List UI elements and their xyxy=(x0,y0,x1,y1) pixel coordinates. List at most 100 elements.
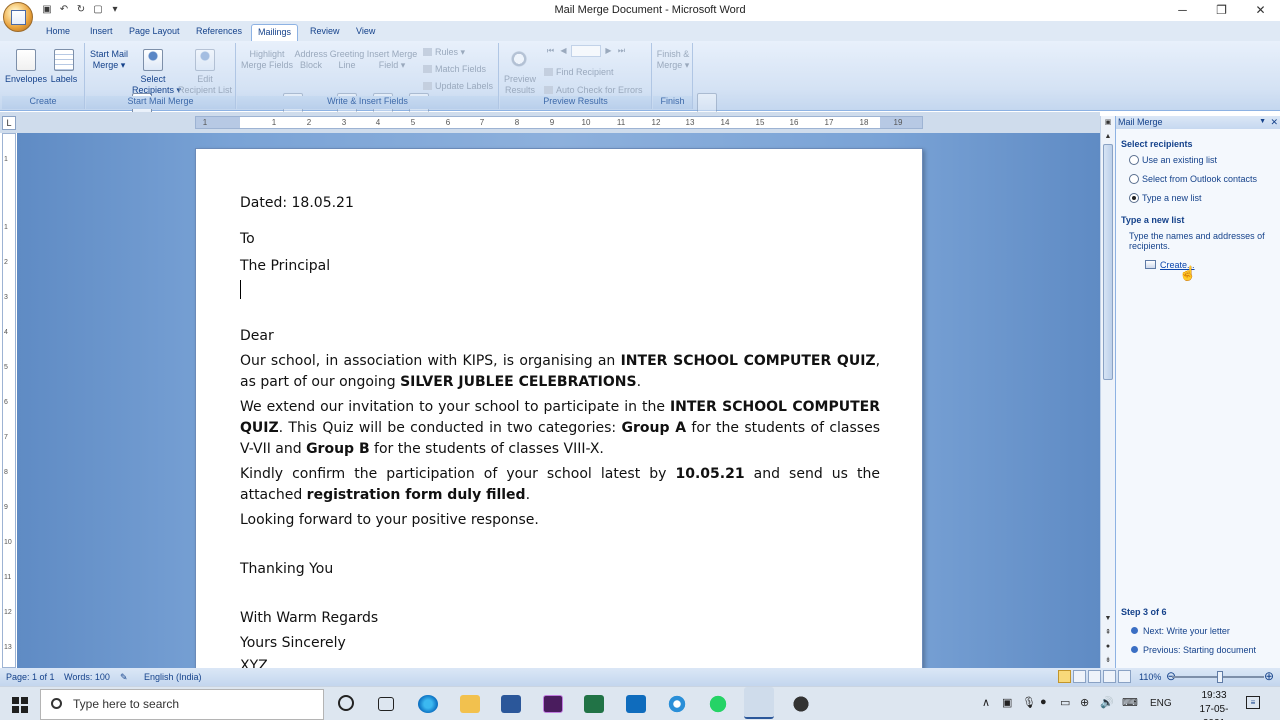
vertical-scrollbar[interactable]: ▣ ▲ ▼ ⇞ ● ⇟ xyxy=(1100,116,1115,668)
tray-app-icon[interactable]: ▣ xyxy=(1002,696,1012,709)
find-recipient-button[interactable]: Find Recipient xyxy=(544,67,614,77)
whatsapp-icon[interactable] xyxy=(708,695,728,713)
volume-icon[interactable]: 🔊 xyxy=(1100,696,1114,709)
task-view-icon[interactable] xyxy=(378,697,394,711)
option-existing-list[interactable]: Use an existing list xyxy=(1129,155,1217,165)
next-page-icon[interactable]: ⇟ xyxy=(1103,656,1113,666)
keyboard-icon[interactable]: ⌨ xyxy=(1122,696,1138,709)
labels-button[interactable]: Labels xyxy=(48,49,80,85)
update-labels-button[interactable]: Update Labels xyxy=(423,81,493,91)
scroll-up-icon[interactable]: ▲ xyxy=(1103,132,1113,142)
customize-qat-icon[interactable]: ▾ xyxy=(108,3,122,17)
obs-icon[interactable] xyxy=(791,695,811,713)
option-outlook-contacts[interactable]: Select from Outlook contacts xyxy=(1129,174,1257,184)
pane-menu-icon[interactable]: ▼ xyxy=(1259,116,1266,128)
notifications-icon[interactable]: ≡ xyxy=(1246,696,1260,709)
close-button[interactable]: ✕ xyxy=(1241,0,1280,21)
network-icon[interactable]: ⊕ xyxy=(1080,696,1089,709)
tab-selector[interactable]: L xyxy=(2,116,16,130)
excel-icon[interactable] xyxy=(584,695,604,713)
system-clock[interactable]: 19:3317-05-2021 xyxy=(1192,689,1236,720)
preview-results-button[interactable]: Preview Results xyxy=(502,49,538,96)
ruler-toggle-icon[interactable]: ▣ xyxy=(1103,118,1113,128)
ie-icon[interactable] xyxy=(667,695,687,713)
outline-view-icon[interactable] xyxy=(1103,670,1116,683)
microphone-icon[interactable]: 🎙 xyxy=(1022,696,1036,709)
previous-page-icon[interactable]: ⇞ xyxy=(1103,628,1113,638)
auto-check-errors-button[interactable]: Auto Check for Errors xyxy=(544,85,643,95)
rules-button[interactable]: Rules ▾ xyxy=(423,47,465,58)
highlight-merge-fields-button[interactable]: Highlight Merge Fields xyxy=(239,49,303,115)
battery-icon[interactable]: ▭ xyxy=(1060,696,1070,709)
tray-security-icon[interactable]: ● xyxy=(1040,696,1047,708)
insert-merge-field-button[interactable]: Insert Merge Field ▾ xyxy=(365,49,429,115)
document-body[interactable]: Dated: 18.05.21 To The Principal Dear Ou… xyxy=(240,193,880,668)
full-screen-reading-icon[interactable] xyxy=(1073,670,1086,683)
windows-start-icon[interactable] xyxy=(12,697,28,713)
tab-home[interactable]: Home xyxy=(40,24,76,41)
radio-button[interactable] xyxy=(1129,174,1139,184)
pane-close-icon[interactable]: ✕ xyxy=(1270,116,1278,128)
zoom-slider-thumb[interactable] xyxy=(1217,671,1223,683)
minimize-button[interactable]: ─ xyxy=(1163,0,1202,21)
tab-references[interactable]: References xyxy=(190,24,248,41)
greeting-line-button[interactable]: Greeting Line xyxy=(329,49,393,115)
print-layout-view-icon[interactable] xyxy=(1058,670,1071,683)
finish-merge-button[interactable]: Finish & Merge ▾ xyxy=(653,49,717,115)
print-preview-icon[interactable]: ▢ xyxy=(91,3,105,17)
option-new-list[interactable]: Type a new list xyxy=(1129,193,1202,203)
next-step-link[interactable]: Next: Write your letter xyxy=(1131,626,1230,636)
word-icon[interactable] xyxy=(501,695,521,713)
tray-chevron-icon[interactable]: ∧ xyxy=(982,696,990,709)
proofing-icon[interactable]: ✎ xyxy=(120,672,128,683)
edge-icon[interactable] xyxy=(418,695,438,713)
ruler-tick: 12 xyxy=(651,118,661,127)
tab-insert[interactable]: Insert xyxy=(84,24,119,41)
word-count[interactable]: Words: 100 xyxy=(64,672,110,682)
taskbar-search-input[interactable]: Type here to search xyxy=(40,689,324,720)
select-recipients-button[interactable]: Select Recipients ▾ xyxy=(132,49,181,96)
office-button[interactable] xyxy=(3,2,33,32)
tab-review[interactable]: Review xyxy=(304,24,346,41)
vruler-tick: 6 xyxy=(4,399,8,406)
last-record-icon[interactable]: ⏭ xyxy=(616,45,627,57)
start-mail-merge-button[interactable]: Start Mail Merge ▾ xyxy=(88,49,152,115)
vertical-ruler[interactable]: 1 1 2 3 4 5 6 7 8 9 10 11 12 13 xyxy=(2,133,16,668)
language-status[interactable]: English (India) xyxy=(144,672,202,682)
undo-icon[interactable]: ↶ xyxy=(57,3,71,17)
draft-view-icon[interactable] xyxy=(1118,670,1131,683)
file-explorer-icon[interactable] xyxy=(460,695,480,713)
previous-step-link[interactable]: Previous: Starting document xyxy=(1131,645,1256,655)
cortana-icon[interactable] xyxy=(338,695,354,711)
tab-mailings[interactable]: Mailings xyxy=(251,24,299,41)
word-active-icon[interactable] xyxy=(744,687,774,719)
browse-object-icon[interactable]: ● xyxy=(1103,642,1113,652)
document-page[interactable]: Dated: 18.05.21 To The Principal Dear Ou… xyxy=(195,148,923,668)
previous-record-icon[interactable]: ◀ xyxy=(558,45,569,57)
web-layout-icon[interactable] xyxy=(1088,670,1101,683)
horizontal-ruler[interactable]: 1 1 2 3 4 5 6 7 8 9 10 11 12 13 14 15 16… xyxy=(195,116,923,129)
page-count[interactable]: Page: 1 of 1 xyxy=(6,672,55,682)
redo-icon[interactable]: ↻ xyxy=(74,3,88,17)
tab-view[interactable]: View xyxy=(350,24,381,41)
save-icon[interactable]: ▣ xyxy=(40,3,54,17)
first-record-icon[interactable]: ⏮ xyxy=(545,45,556,57)
input-language[interactable]: ENG xyxy=(1150,698,1172,709)
premiere-icon[interactable] xyxy=(543,695,563,713)
next-record-icon[interactable]: ▶ xyxy=(603,45,614,57)
record-number-field[interactable] xyxy=(571,45,601,57)
radio-button-selected[interactable] xyxy=(1129,193,1139,203)
mail-icon[interactable] xyxy=(626,695,646,713)
match-fields-button[interactable]: Match Fields xyxy=(423,64,486,74)
zoom-in-icon[interactable]: ⊕ xyxy=(1264,669,1274,683)
restore-button[interactable]: ❐ xyxy=(1202,0,1241,21)
address-block-button[interactable]: Address Block xyxy=(293,49,357,115)
scroll-thumb[interactable] xyxy=(1103,144,1113,380)
envelopes-button[interactable]: Envelopes xyxy=(4,49,48,85)
zoom-level[interactable]: 110% xyxy=(1139,672,1161,682)
edit-recipient-list-button[interactable]: Edit Recipient List xyxy=(178,49,232,96)
radio-button[interactable] xyxy=(1129,155,1139,165)
letter-signature: XYZ xyxy=(240,658,268,668)
tab-page-layout[interactable]: Page Layout xyxy=(123,24,186,41)
scroll-down-icon[interactable]: ▼ xyxy=(1103,614,1113,624)
